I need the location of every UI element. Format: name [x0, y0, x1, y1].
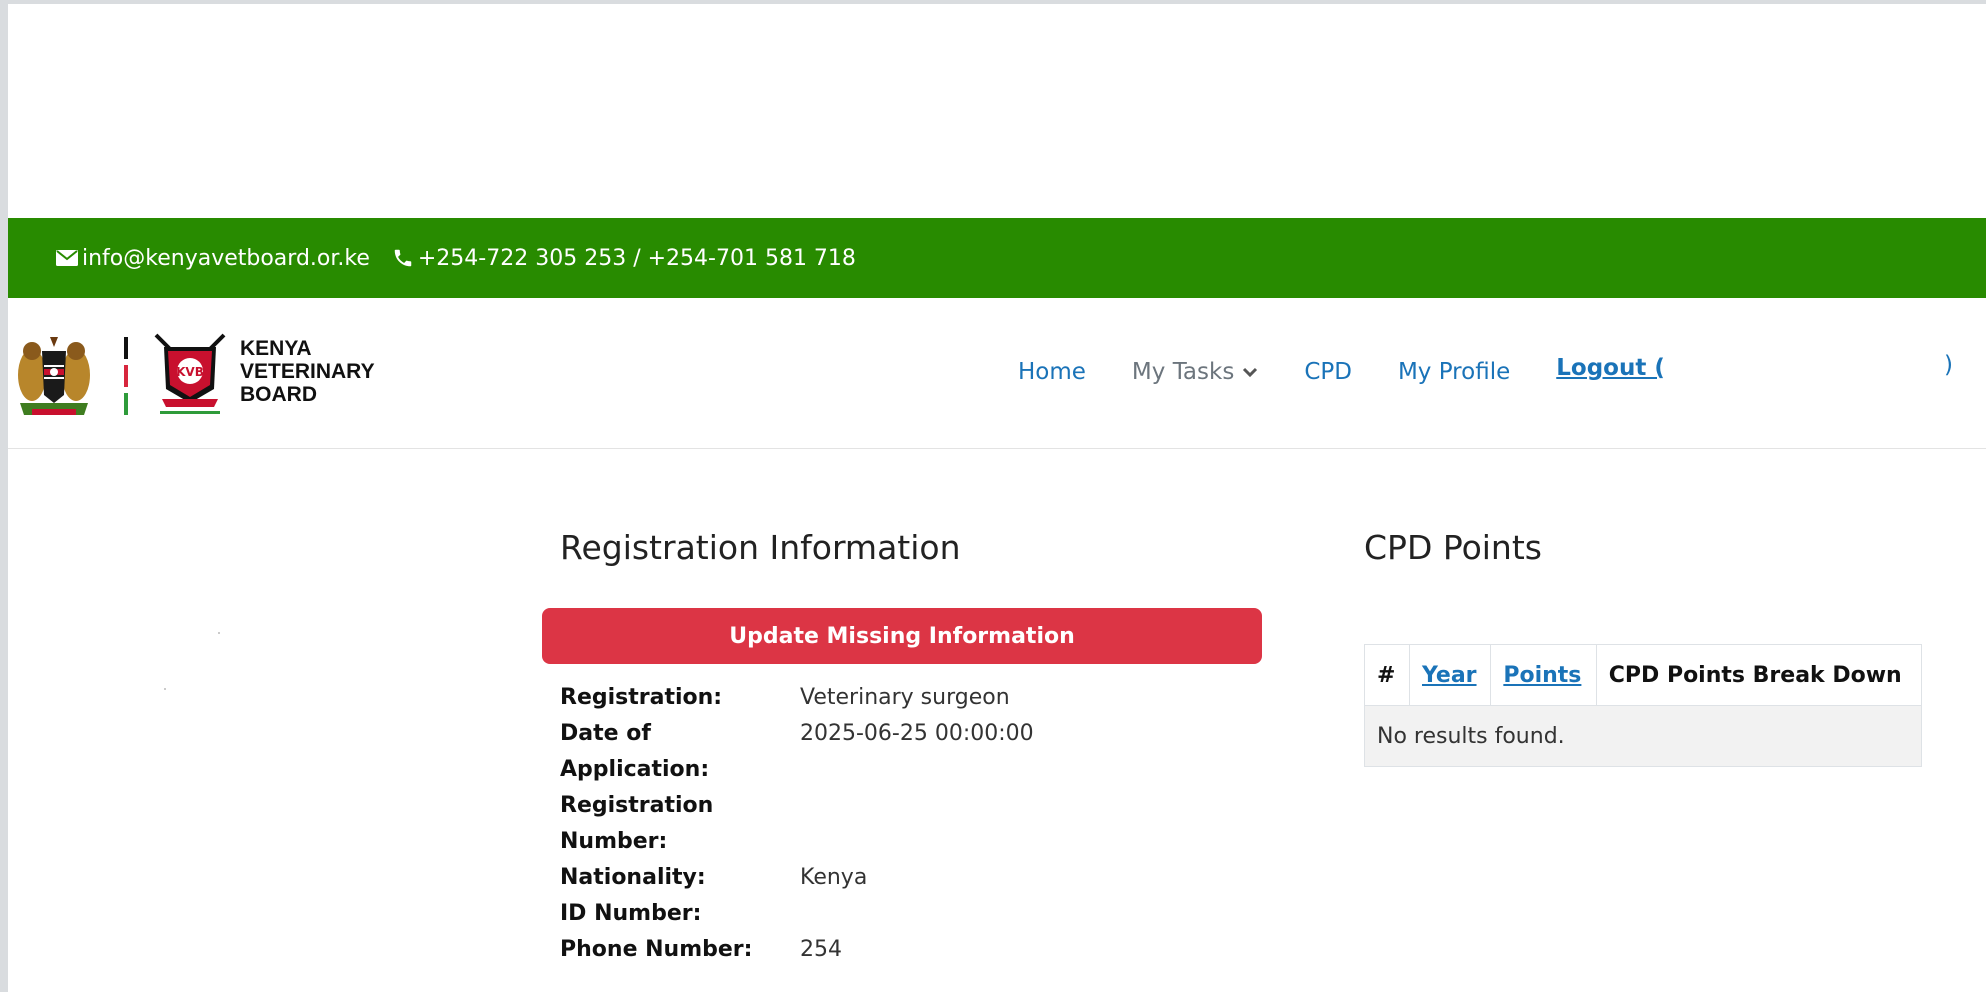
contact-email-text: info@kenyavetboard.or.ke	[82, 245, 370, 271]
svg-text:KVB: KVB	[176, 365, 204, 379]
detail-label: Nationality:	[560, 865, 706, 890]
envelope-icon	[56, 250, 78, 266]
detail-label: Registration Number:	[560, 793, 714, 854]
detail-row: Registration Number:	[560, 788, 1260, 860]
kenya-coat-of-arms-logo	[18, 337, 90, 415]
column-header-breakdown: CPD Points Break Down	[1595, 644, 1923, 706]
detail-value: 2025-06-25 00:00:00	[800, 721, 1034, 746]
speck	[218, 632, 220, 634]
main-nav: Home My Tasks CPD My Profile Logout (	[1018, 352, 1665, 392]
sort-year-link[interactable]: Year	[1422, 663, 1477, 688]
nav-logout[interactable]: Logout (	[1556, 355, 1665, 381]
brand-block[interactable]: KVB KENYA VETERINARY BOARD	[8, 325, 428, 425]
column-header-year[interactable]: Year	[1408, 644, 1492, 706]
detail-label: Date of Application:	[560, 721, 710, 782]
nav-home[interactable]: Home	[1018, 359, 1086, 385]
brand-line-1: KENYA	[240, 337, 312, 360]
detail-row: Registration: Veterinary surgeon	[560, 680, 1260, 716]
chevron-down-icon	[1243, 367, 1258, 378]
sort-points-link[interactable]: Points	[1503, 663, 1581, 688]
empty-message: No results found.	[1364, 705, 1922, 767]
registration-details: Registration: Veterinary surgeon Date of…	[560, 680, 1260, 968]
nav-my-tasks[interactable]: My Tasks	[1132, 359, 1258, 385]
detail-row: Phone Number: 254	[560, 932, 1260, 968]
nav-my-profile[interactable]: My Profile	[1398, 359, 1510, 385]
brand-line-3: BOARD	[240, 383, 317, 406]
flag-divider	[124, 337, 128, 415]
detail-value: Kenya	[800, 865, 868, 890]
table-header-row: # Year Points CPD Points Break Down	[1364, 644, 1923, 706]
brand-line-2: VETERINARY	[240, 360, 375, 383]
detail-label: ID Number:	[560, 901, 702, 926]
column-header-index: #	[1364, 644, 1410, 706]
nav-cpd[interactable]: CPD	[1304, 359, 1352, 385]
column-header-points[interactable]: Points	[1490, 644, 1597, 706]
phone-icon	[394, 249, 412, 267]
logout-close-paren[interactable]: )	[1944, 352, 1953, 378]
detail-row: Date of Application: 2025-06-25 00:00:00	[560, 716, 1260, 788]
contact-bar: info@kenyavetboard.or.ke +254-722 305 25…	[8, 218, 1986, 298]
contact-email[interactable]: info@kenyavetboard.or.ke	[56, 246, 370, 271]
nav-my-tasks-label: My Tasks	[1131, 359, 1235, 385]
speck	[164, 688, 166, 690]
cpd-points-title: CPD Points	[1364, 528, 1542, 567]
table-row: No results found.	[1364, 705, 1922, 767]
detail-value: 254	[800, 937, 842, 962]
detail-value: Veterinary surgeon	[800, 685, 1010, 710]
detail-row: ID Number:	[560, 896, 1260, 932]
detail-label: Phone Number:	[560, 937, 753, 962]
contact-phone[interactable]: +254-722 305 253 / +254-701 581 718	[392, 246, 856, 271]
detail-row: Nationality: Kenya	[560, 860, 1260, 896]
registration-title: Registration Information	[560, 528, 961, 567]
contact-phone-text: +254-722 305 253 / +254-701 581 718	[417, 245, 856, 271]
kvb-logo: KVB	[154, 333, 226, 414]
brand-name: KENYA VETERINARY BOARD	[240, 337, 375, 406]
cpd-points-table: # Year Points CPD Points Break Down No r…	[1364, 644, 1923, 767]
header-divider	[8, 448, 1986, 449]
update-missing-information-button[interactable]: Update Missing Information	[542, 608, 1262, 664]
detail-label: Registration:	[560, 685, 723, 710]
